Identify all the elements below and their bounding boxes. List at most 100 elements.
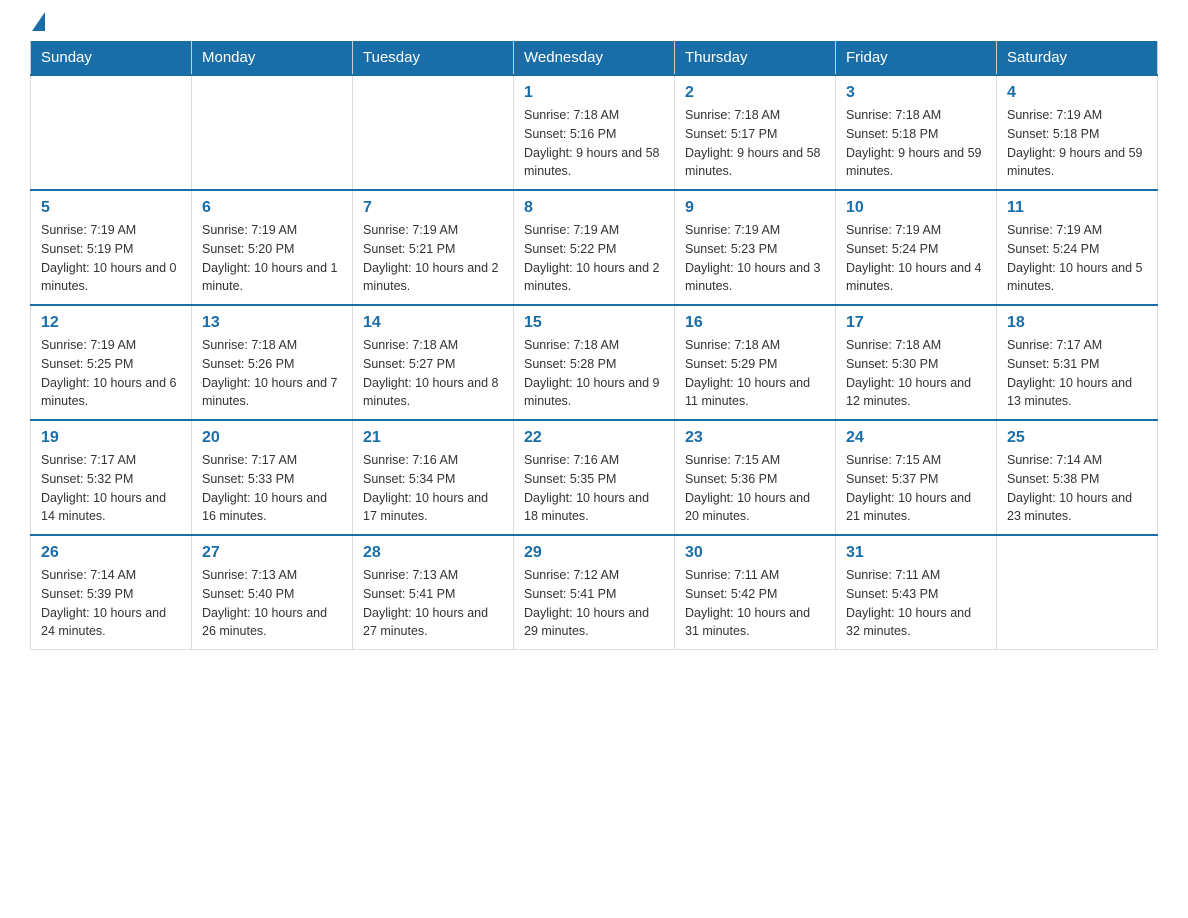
calendar-day-cell: 15Sunrise: 7:18 AM Sunset: 5:28 PM Dayli…: [514, 305, 675, 420]
calendar-day-cell: 31 Sunrise: 7:11 AM Sunset: 5:43 PM Dayli…: [836, 535, 997, 650]
calendar-day-cell: 29Sunrise: 7:12 AM Sunset: 5:41 PM Dayli…: [514, 535, 675, 650]
day-number: 17: [846, 314, 986, 332]
day-info: Sunrise: 7:19 AM Sunset: 5:25 PM Dayligh…: [41, 336, 181, 411]
calendar-table: SundayMondayTuesdayWednesdayThursdayFrid…: [30, 41, 1158, 650]
day-number: 5: [41, 199, 181, 217]
day-number: 7: [363, 199, 503, 217]
calendar-day-cell: 7 Sunrise: 7:19 AM Sunset: 5:21 PM Daylig…: [353, 190, 514, 305]
calendar-day-cell: 6 Sunrise: 7:19 AM Sunset: 5:20 PM Daylig…: [192, 190, 353, 305]
calendar-day-cell: 20Sunrise: 7:17 AM Sunset: 5:33 PM Dayli…: [192, 420, 353, 535]
day-info: Sunrise: 7:19 AM Sunset: 5:21 PM Dayligh…: [363, 221, 503, 296]
day-number: 3: [846, 84, 986, 102]
calendar-day-cell: 25 Sunrise: 7:14 AM Sunset: 5:38 PM Dayli…: [997, 420, 1158, 535]
day-number: 9: [685, 199, 825, 217]
day-number: 2: [685, 84, 825, 102]
day-info: Sunrise: 7:18 AM Sunset: 5:30 PM Dayligh…: [846, 336, 986, 411]
day-info: Sunrise: 7:19 AM Sunset: 5:18 PM Dayligh…: [1007, 106, 1147, 181]
day-info: Sunrise: 7:16 AM Sunset: 5:34 PM Dayligh…: [363, 451, 503, 526]
day-number: 25: [1007, 429, 1147, 447]
day-number: 21: [363, 429, 503, 447]
day-number: 4: [1007, 84, 1147, 102]
day-number: 28: [363, 544, 503, 562]
day-number: 22: [524, 429, 664, 447]
day-info: Sunrise: 7:15 AM Sunset: 5:37 PM Dayligh…: [846, 451, 986, 526]
calendar-weekday-header: Tuesday: [353, 41, 514, 75]
day-number: 11: [1007, 199, 1147, 217]
calendar-weekday-header: Sunday: [31, 41, 192, 75]
calendar-day-cell: [997, 535, 1158, 650]
day-info: Sunrise: 7:19 AM Sunset: 5:23 PM Dayligh…: [685, 221, 825, 296]
calendar-day-cell: 12Sunrise: 7:19 AM Sunset: 5:25 PM Dayli…: [31, 305, 192, 420]
day-number: 30: [685, 544, 825, 562]
calendar-day-cell: 30 Sunrise: 7:11 AM Sunset: 5:42 PM Dayli…: [675, 535, 836, 650]
calendar-week-row: 5 Sunrise: 7:19 AM Sunset: 5:19 PM Daylig…: [31, 190, 1158, 305]
day-info: Sunrise: 7:14 AM Sunset: 5:38 PM Dayligh…: [1007, 451, 1147, 526]
calendar-day-cell: 2 Sunrise: 7:18 AM Sunset: 5:17 PM Daylig…: [675, 75, 836, 190]
day-info: Sunrise: 7:14 AM Sunset: 5:39 PM Dayligh…: [41, 566, 181, 641]
calendar-week-row: 1Sunrise: 7:18 AM Sunset: 5:16 PM Daylig…: [31, 75, 1158, 190]
day-number: 19: [41, 429, 181, 447]
day-info: Sunrise: 7:13 AM Sunset: 5:40 PM Dayligh…: [202, 566, 342, 641]
calendar-day-cell: 19 Sunrise: 7:17 AM Sunset: 5:32 PM Dayli…: [31, 420, 192, 535]
day-info: Sunrise: 7:19 AM Sunset: 5:24 PM Dayligh…: [846, 221, 986, 296]
day-info: Sunrise: 7:19 AM Sunset: 5:19 PM Dayligh…: [41, 221, 181, 296]
calendar-day-cell: 23 Sunrise: 7:15 AM Sunset: 5:36 PM Dayli…: [675, 420, 836, 535]
calendar-weekday-header: Thursday: [675, 41, 836, 75]
calendar-header-row: SundayMondayTuesdayWednesdayThursdayFrid…: [31, 41, 1158, 75]
calendar-day-cell: 5 Sunrise: 7:19 AM Sunset: 5:19 PM Daylig…: [31, 190, 192, 305]
calendar-day-cell: 16 Sunrise: 7:18 AM Sunset: 5:29 PM Dayli…: [675, 305, 836, 420]
calendar-day-cell: 1Sunrise: 7:18 AM Sunset: 5:16 PM Daylig…: [514, 75, 675, 190]
calendar-week-row: 26 Sunrise: 7:14 AM Sunset: 5:39 PM Dayli…: [31, 535, 1158, 650]
day-number: 16: [685, 314, 825, 332]
day-number: 6: [202, 199, 342, 217]
calendar-weekday-header: Friday: [836, 41, 997, 75]
day-number: 29: [524, 544, 664, 562]
calendar-day-cell: 28 Sunrise: 7:13 AM Sunset: 5:41 PM Dayli…: [353, 535, 514, 650]
calendar-day-cell: 13 Sunrise: 7:18 AM Sunset: 5:26 PM Dayli…: [192, 305, 353, 420]
day-number: 23: [685, 429, 825, 447]
calendar-day-cell: 21 Sunrise: 7:16 AM Sunset: 5:34 PM Dayli…: [353, 420, 514, 535]
day-info: Sunrise: 7:11 AM Sunset: 5:43 PM Dayligh…: [846, 566, 986, 641]
calendar-day-cell: [353, 75, 514, 190]
calendar-day-cell: 14 Sunrise: 7:18 AM Sunset: 5:27 PM Dayli…: [353, 305, 514, 420]
day-info: Sunrise: 7:11 AM Sunset: 5:42 PM Dayligh…: [685, 566, 825, 641]
calendar-day-cell: 26 Sunrise: 7:14 AM Sunset: 5:39 PM Dayli…: [31, 535, 192, 650]
calendar-day-cell: [31, 75, 192, 190]
day-info: Sunrise: 7:17 AM Sunset: 5:31 PM Dayligh…: [1007, 336, 1147, 411]
day-info: Sunrise: 7:17 AM Sunset: 5:33 PM Dayligh…: [202, 451, 342, 526]
day-info: Sunrise: 7:18 AM Sunset: 5:28 PM Dayligh…: [524, 336, 664, 411]
day-info: Sunrise: 7:18 AM Sunset: 5:27 PM Dayligh…: [363, 336, 503, 411]
day-number: 18: [1007, 314, 1147, 332]
calendar-day-cell: 27 Sunrise: 7:13 AM Sunset: 5:40 PM Dayli…: [192, 535, 353, 650]
calendar-weekday-header: Saturday: [997, 41, 1158, 75]
calendar-day-cell: 9 Sunrise: 7:19 AM Sunset: 5:23 PM Daylig…: [675, 190, 836, 305]
calendar-day-cell: 18 Sunrise: 7:17 AM Sunset: 5:31 PM Dayli…: [997, 305, 1158, 420]
day-info: Sunrise: 7:18 AM Sunset: 5:29 PM Dayligh…: [685, 336, 825, 411]
calendar-day-cell: 8Sunrise: 7:19 AM Sunset: 5:22 PM Daylig…: [514, 190, 675, 305]
day-info: Sunrise: 7:13 AM Sunset: 5:41 PM Dayligh…: [363, 566, 503, 641]
day-info: Sunrise: 7:18 AM Sunset: 5:17 PM Dayligh…: [685, 106, 825, 181]
calendar-day-cell: 22 Sunrise: 7:16 AM Sunset: 5:35 PM Dayli…: [514, 420, 675, 535]
calendar-day-cell: 4 Sunrise: 7:19 AM Sunset: 5:18 PM Daylig…: [997, 75, 1158, 190]
day-info: Sunrise: 7:18 AM Sunset: 5:26 PM Dayligh…: [202, 336, 342, 411]
day-number: 14: [363, 314, 503, 332]
day-info: Sunrise: 7:19 AM Sunset: 5:20 PM Dayligh…: [202, 221, 342, 296]
calendar-day-cell: 11 Sunrise: 7:19 AM Sunset: 5:24 PM Dayli…: [997, 190, 1158, 305]
day-info: Sunrise: 7:18 AM Sunset: 5:16 PM Dayligh…: [524, 106, 664, 181]
day-number: 27: [202, 544, 342, 562]
day-number: 26: [41, 544, 181, 562]
page-header: [30, 20, 1158, 31]
day-info: Sunrise: 7:19 AM Sunset: 5:24 PM Dayligh…: [1007, 221, 1147, 296]
day-info: Sunrise: 7:18 AM Sunset: 5:18 PM Dayligh…: [846, 106, 986, 181]
day-info: Sunrise: 7:16 AM Sunset: 5:35 PM Dayligh…: [524, 451, 664, 526]
day-info: Sunrise: 7:17 AM Sunset: 5:32 PM Dayligh…: [41, 451, 181, 526]
logo: [30, 20, 45, 31]
day-number: 10: [846, 199, 986, 217]
calendar-day-cell: 3 Sunrise: 7:18 AM Sunset: 5:18 PM Daylig…: [836, 75, 997, 190]
day-number: 13: [202, 314, 342, 332]
day-info: Sunrise: 7:19 AM Sunset: 5:22 PM Dayligh…: [524, 221, 664, 296]
calendar-day-cell: 17 Sunrise: 7:18 AM Sunset: 5:30 PM Dayli…: [836, 305, 997, 420]
day-info: Sunrise: 7:15 AM Sunset: 5:36 PM Dayligh…: [685, 451, 825, 526]
day-number: 31: [846, 544, 986, 562]
calendar-weekday-header: Wednesday: [514, 41, 675, 75]
